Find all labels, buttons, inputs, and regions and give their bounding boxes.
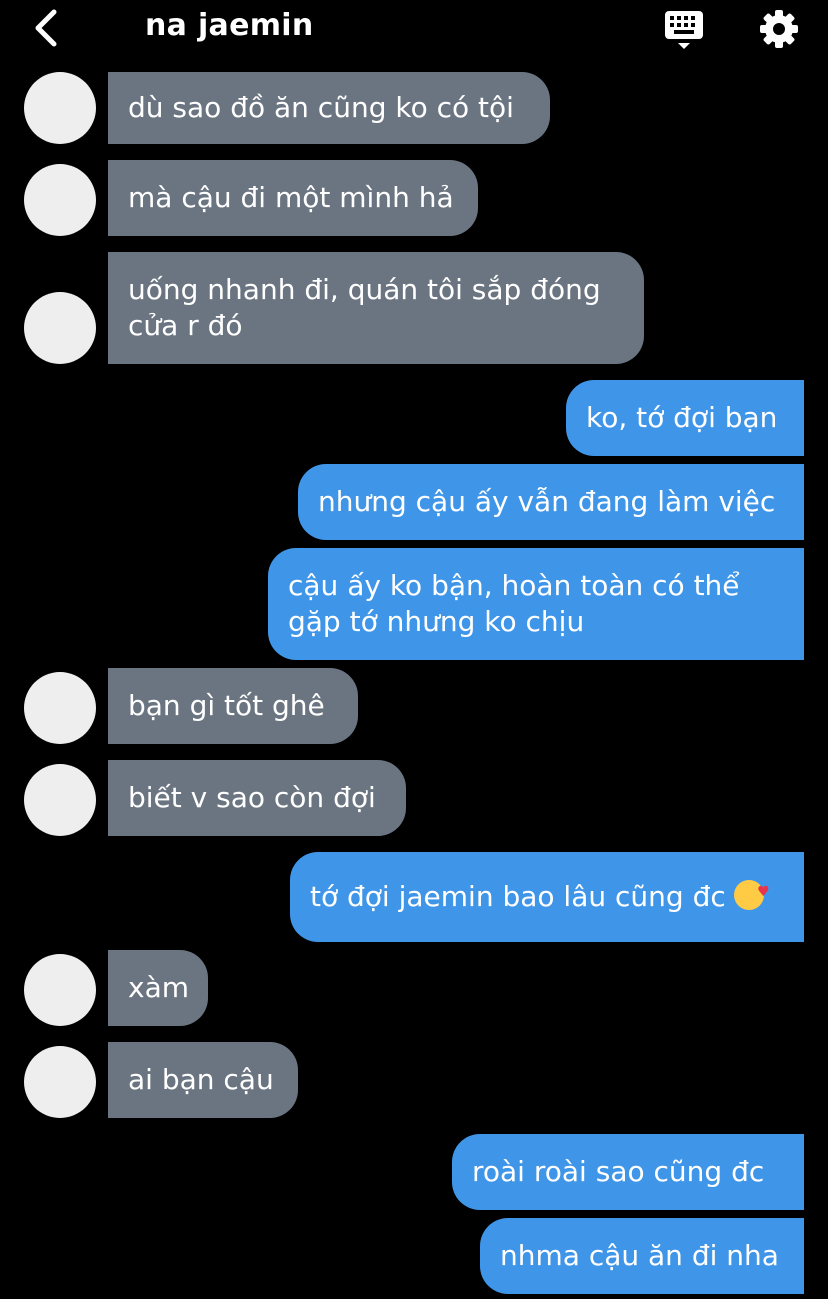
gear-icon[interactable]	[758, 8, 800, 50]
message-text: nhưng cậu ấy vẫn đang làm việc	[318, 485, 776, 518]
back-arrow-icon[interactable]	[30, 8, 64, 48]
chat-header: na jaemin	[0, 0, 828, 60]
message-text: biết v sao còn đợi	[128, 781, 376, 814]
message-bubble-outgoing[interactable]: roài roài sao cũng đc	[452, 1134, 804, 1210]
message-text: roài roài sao cũng đc	[472, 1155, 765, 1188]
avatar[interactable]	[24, 954, 96, 1026]
avatar[interactable]	[24, 164, 96, 236]
message-bubble-incoming[interactable]: mà cậu đi một mình hả	[108, 160, 478, 236]
message-text: dù sao đồ ăn cũng ko có tội	[128, 91, 514, 124]
message-bubble-outgoing[interactable]: nhưng cậu ấy vẫn đang làm việc	[298, 464, 804, 540]
message-text: nhma cậu ăn đi nha	[500, 1239, 779, 1272]
avatar[interactable]	[24, 1046, 96, 1118]
message-text: gặp tớ nhưng ko chịu	[288, 605, 585, 638]
message-text: cửa r đó	[128, 309, 243, 342]
message-text: mà cậu đi một mình hả	[128, 181, 454, 214]
avatar[interactable]	[24, 72, 96, 144]
chat-title: na jaemin	[145, 8, 314, 43]
message-text: tớ đợi jaemin bao lâu cũng đc	[310, 874, 784, 915]
message-text: ai bạn cậu	[128, 1063, 274, 1096]
message-text: uống nhanh đi, quán tôi sắp đóng	[128, 273, 601, 306]
message-bubble-incoming[interactable]: dù sao đồ ăn cũng ko có tội	[108, 72, 550, 144]
message-bubble-outgoing[interactable]: ko, tớ đợi bạn	[566, 380, 804, 456]
message-bubble-outgoing[interactable]: cậu ấy ko bận, hoàn toàn có thể gặp tớ n…	[268, 548, 804, 660]
message-bubble-incoming[interactable]: uống nhanh đi, quán tôi sắp đóng cửa r đ…	[108, 252, 644, 364]
keyboard-icon[interactable]	[663, 9, 705, 51]
avatar[interactable]	[24, 764, 96, 836]
message-bubble-incoming[interactable]: bạn gì tốt ghê	[108, 668, 358, 744]
avatar[interactable]	[24, 292, 96, 364]
message-text: xàm	[128, 971, 190, 1004]
message-text-span: tớ đợi jaemin bao lâu cũng đc	[310, 880, 726, 913]
message-bubble-incoming[interactable]: ai bạn cậu	[108, 1042, 298, 1118]
avatar[interactable]	[24, 672, 96, 744]
message-text: bạn gì tốt ghê	[128, 689, 325, 722]
message-bubble-incoming[interactable]: biết v sao còn đợi	[108, 760, 406, 836]
message-bubble-incoming[interactable]: xàm	[108, 950, 208, 1026]
message-text: ko, tớ đợi bạn	[586, 401, 778, 434]
smiling-face-with-hearts-icon	[733, 874, 770, 910]
message-bubble-outgoing[interactable]: nhma cậu ăn đi nha	[480, 1218, 804, 1294]
message-bubble-outgoing[interactable]: tớ đợi jaemin bao lâu cũng đc	[290, 852, 804, 942]
message-text: cậu ấy ko bận, hoàn toàn có thể	[288, 569, 740, 602]
